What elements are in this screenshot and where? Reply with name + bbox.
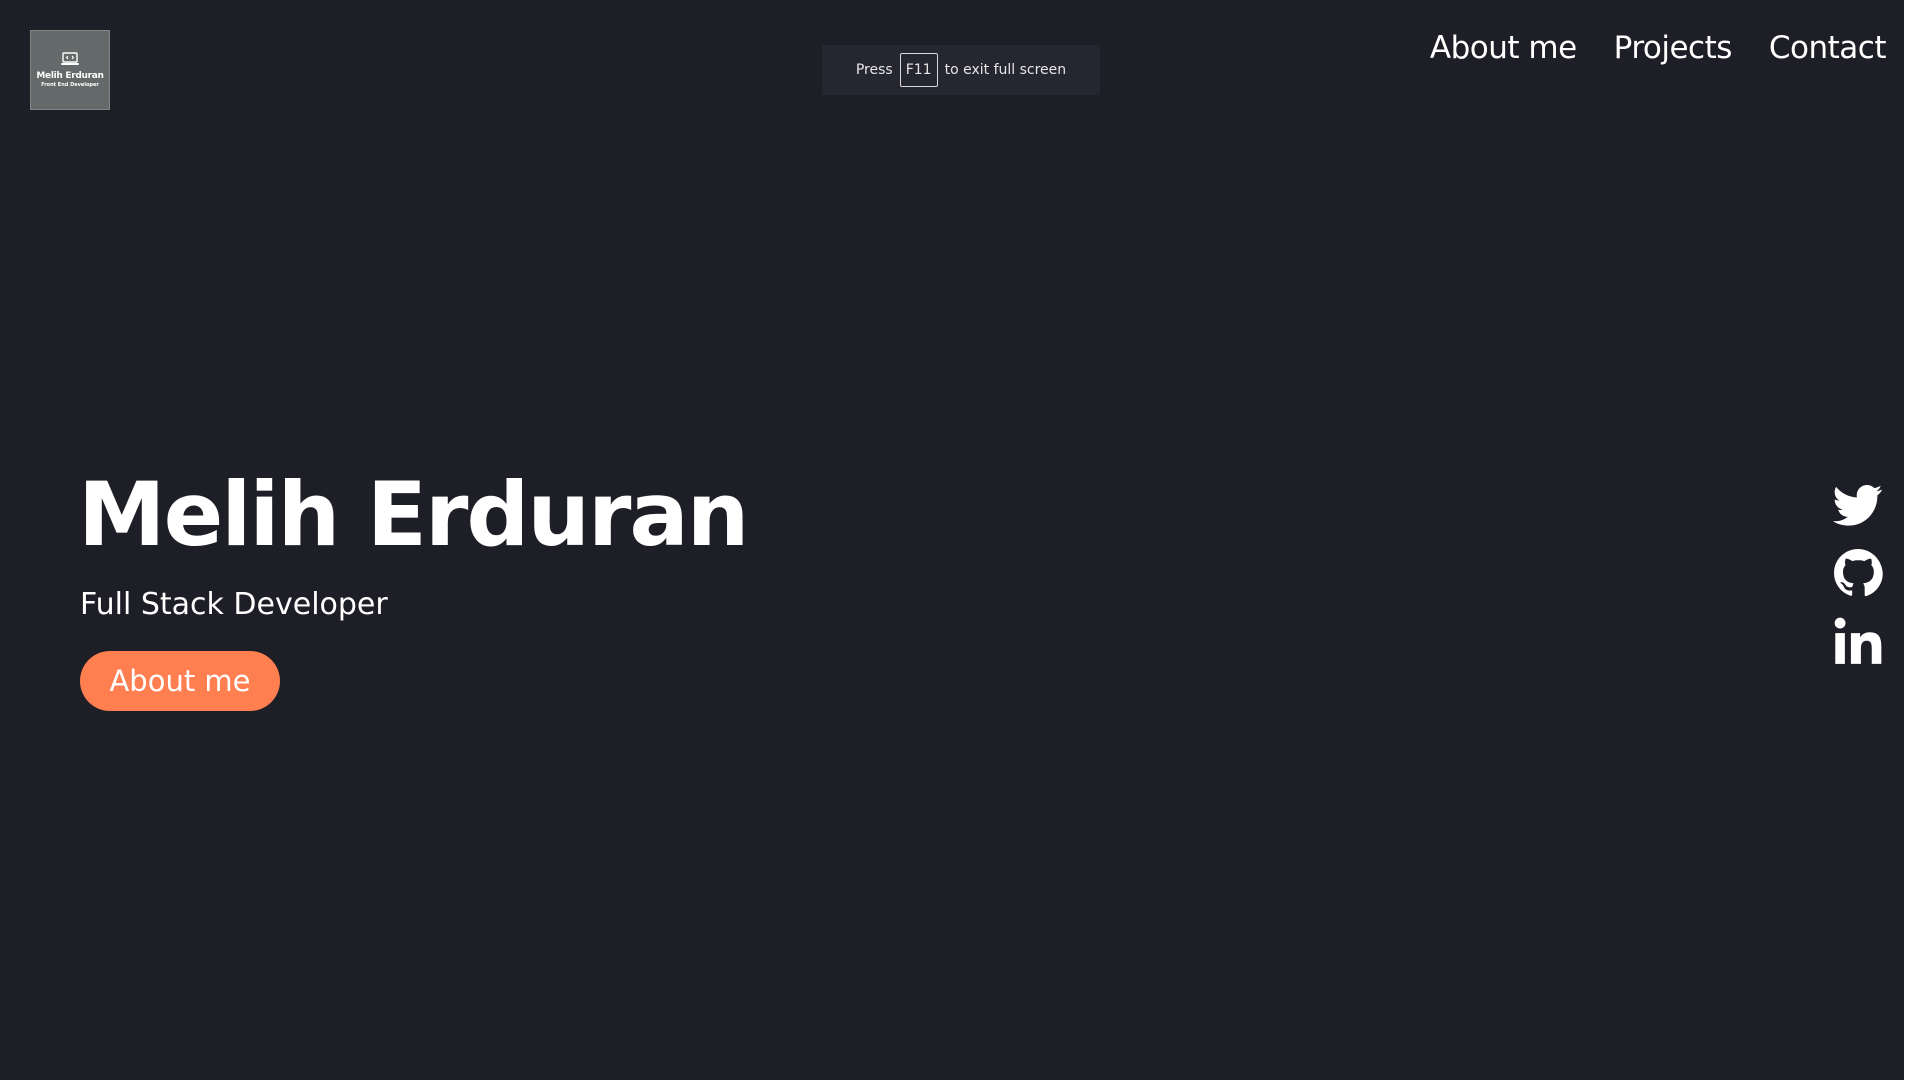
linkedin-link[interactable] bbox=[1833, 616, 1883, 666]
fullscreen-key-badge: F11 bbox=[899, 53, 938, 87]
hero-name: Melih Erduran bbox=[78, 463, 749, 566]
twitter-link[interactable] bbox=[1833, 480, 1883, 530]
fullscreen-notice: Press F11 to exit full screen bbox=[822, 45, 1100, 95]
social-links bbox=[1833, 480, 1883, 666]
linkedin-icon bbox=[1834, 617, 1882, 664]
nav-link-contact[interactable]: Contact bbox=[1769, 30, 1887, 66]
about-me-button[interactable]: About me bbox=[80, 651, 280, 711]
hero-role: Full Stack Developer bbox=[80, 587, 388, 622]
page: Melih Erduran Front End Developer Press … bbox=[0, 0, 1906, 1080]
nav-link-about[interactable]: About me bbox=[1430, 30, 1577, 66]
nav-link-projects[interactable]: Projects bbox=[1614, 30, 1733, 66]
logo-name: Melih Erduran bbox=[36, 70, 104, 81]
laptop-code-icon bbox=[61, 51, 79, 65]
github-link[interactable] bbox=[1833, 548, 1883, 598]
site-logo[interactable]: Melih Erduran Front End Developer bbox=[30, 30, 110, 110]
twitter-icon bbox=[1833, 485, 1883, 526]
main-nav: About me Projects Contact bbox=[1430, 30, 1887, 66]
logo-subtitle: Front End Developer bbox=[41, 81, 99, 88]
github-icon bbox=[1834, 549, 1883, 597]
fullscreen-notice-suffix: to exit full screen bbox=[944, 62, 1067, 78]
fullscreen-notice-prefix: Press bbox=[855, 62, 893, 78]
